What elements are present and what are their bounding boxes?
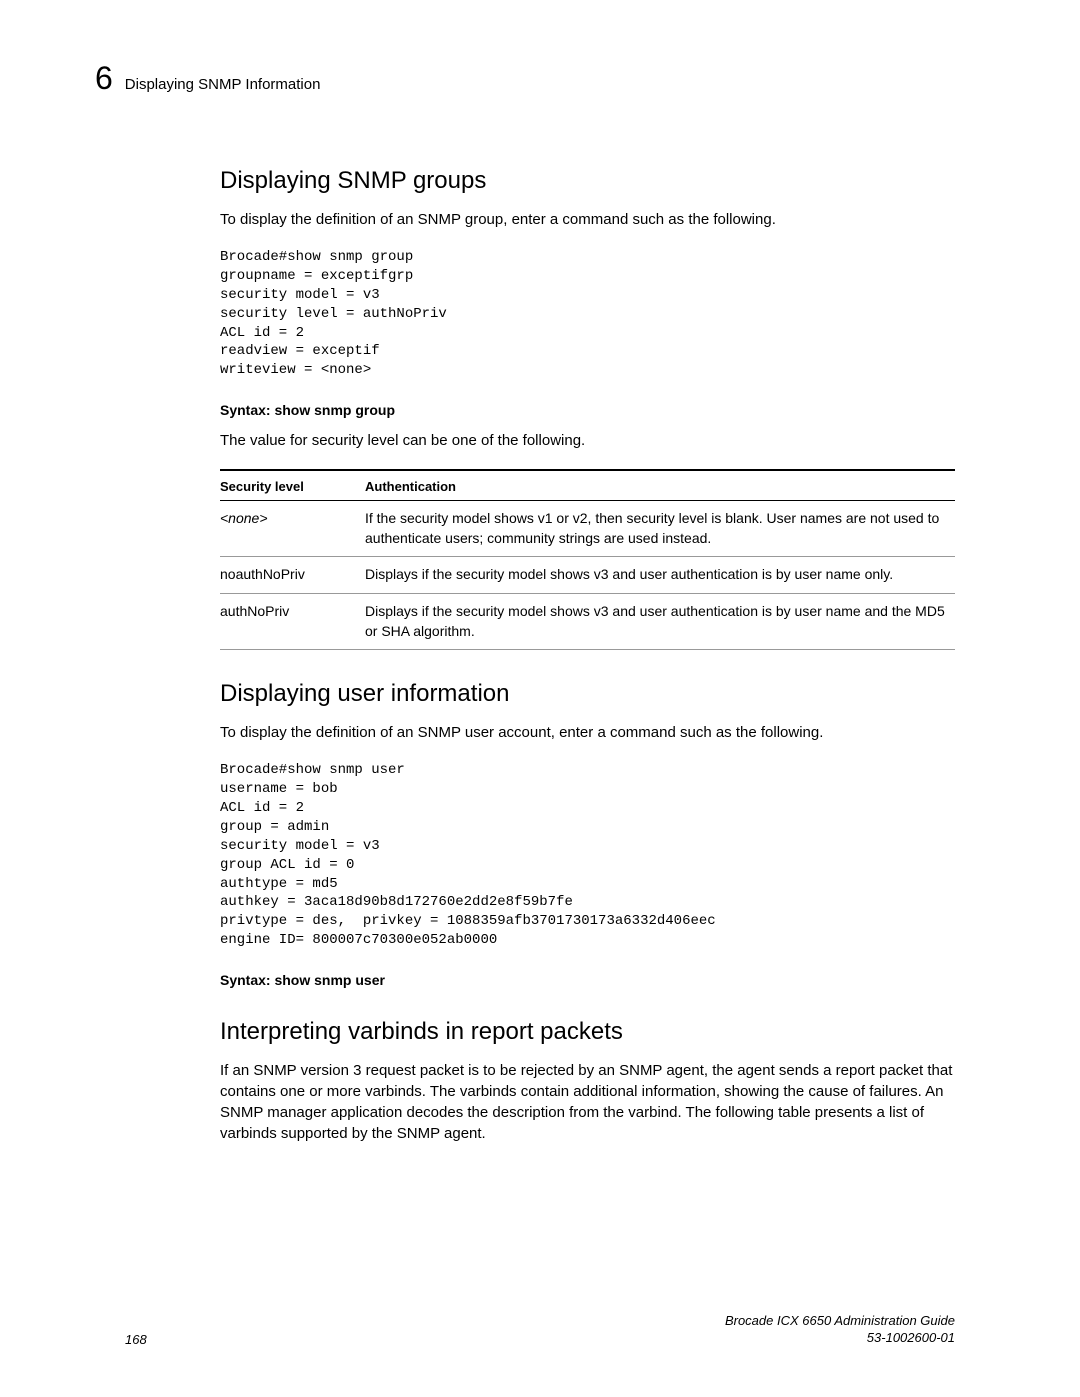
table-row: noauthNoPriv Displays if the security mo… (220, 557, 955, 594)
doc-number: 53-1002600-01 (725, 1330, 955, 1347)
table-header-row: Security level Authentication (220, 469, 955, 501)
heading-snmp-groups: Displaying SNMP groups (220, 167, 955, 195)
intro-snmp-groups: To display the definition of an SNMP gro… (220, 209, 955, 230)
chapter-number: 6 (95, 60, 113, 97)
table-cell-auth: If the security model shows v1 or v2, th… (365, 509, 955, 548)
content-area: Displaying SNMP groups To display the de… (220, 167, 955, 1144)
code-user-info: Brocade#show snmp user username = bob AC… (220, 761, 955, 950)
table-row: authNoPriv Displays if the security mode… (220, 594, 955, 650)
page-number: 168 (125, 1332, 147, 1347)
heading-user-info: Displaying user information (220, 680, 955, 708)
heading-varbinds: Interpreting varbinds in report packets (220, 1018, 955, 1046)
chapter-title: Displaying SNMP Information (125, 76, 321, 93)
table-cell-security: <none> (220, 509, 365, 548)
syntax-snmp-groups: Syntax: show snmp group (220, 402, 955, 418)
table-header-auth: Authentication (365, 479, 955, 494)
syntax-user-info: Syntax: show snmp user (220, 972, 955, 988)
intro-user-info: To display the definition of an SNMP use… (220, 722, 955, 743)
table-cell-auth: Displays if the security model shows v3 … (365, 602, 955, 641)
page-header: 6 Displaying SNMP Information (95, 60, 955, 97)
table-cell-security: noauthNoPriv (220, 565, 365, 585)
table-header-security: Security level (220, 479, 365, 494)
intro-varbinds: If an SNMP version 3 request packet is t… (220, 1060, 955, 1144)
page-footer: 168 Brocade ICX 6650 Administration Guid… (125, 1313, 955, 1347)
page-container: 6 Displaying SNMP Information Displaying… (0, 0, 1080, 1212)
security-level-table: Security level Authentication <none> If … (220, 469, 955, 650)
footer-right: Brocade ICX 6650 Administration Guide 53… (725, 1313, 955, 1347)
code-snmp-groups: Brocade#show snmp group groupname = exce… (220, 248, 955, 380)
guide-title: Brocade ICX 6650 Administration Guide (725, 1313, 955, 1330)
note-snmp-groups: The value for security level can be one … (220, 430, 955, 451)
table-cell-auth: Displays if the security model shows v3 … (365, 565, 955, 585)
table-row: <none> If the security model shows v1 or… (220, 501, 955, 557)
table-cell-security: authNoPriv (220, 602, 365, 641)
